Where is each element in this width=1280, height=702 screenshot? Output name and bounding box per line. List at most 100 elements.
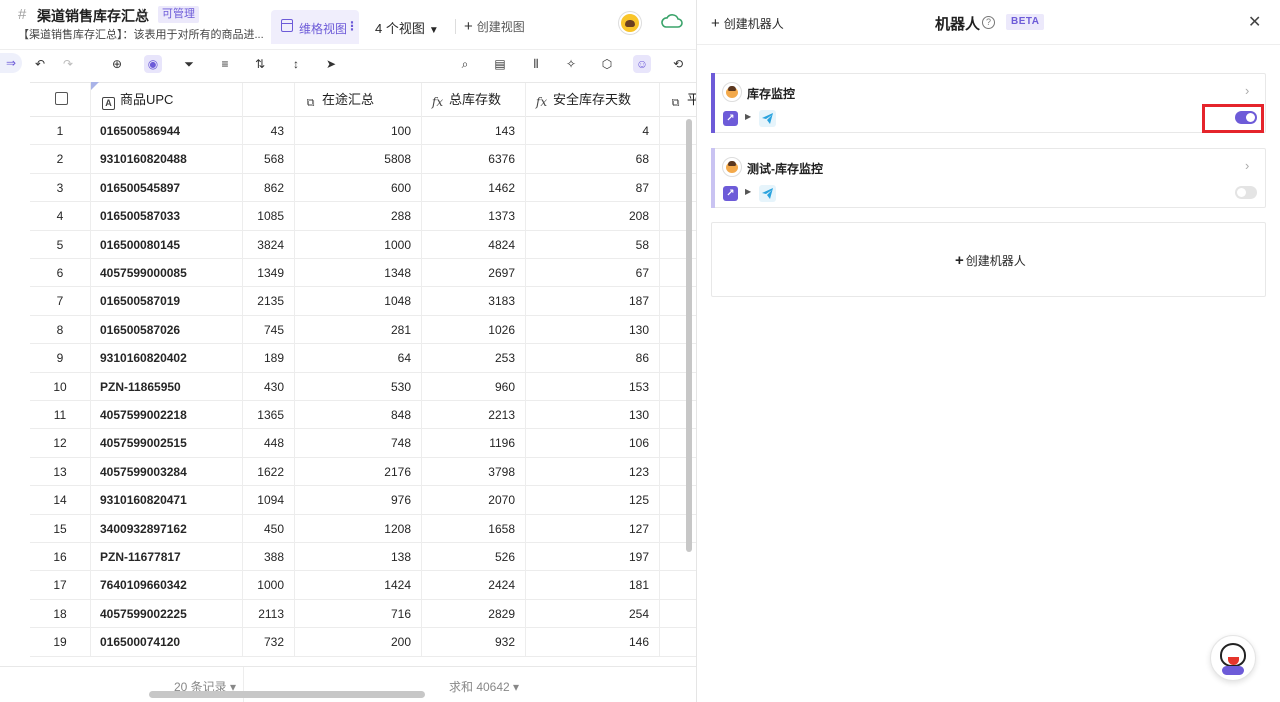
stock-cell[interactable]: 1365 bbox=[243, 401, 295, 429]
in-transit-cell[interactable]: 1048 bbox=[295, 287, 422, 316]
search-icon[interactable]: ⌕ bbox=[456, 55, 474, 73]
in-transit-cell[interactable]: 64 bbox=[295, 344, 422, 373]
total-stock-cell[interactable]: 253 bbox=[422, 344, 526, 373]
in-transit-cell[interactable]: 600 bbox=[295, 173, 422, 202]
total-stock-cell[interactable]: 1658 bbox=[422, 514, 526, 543]
row-index[interactable]: 8 bbox=[30, 315, 91, 344]
hide-fields-icon[interactable]: ◉ bbox=[144, 55, 162, 73]
create-view-button[interactable]: + 创建视图 bbox=[464, 18, 525, 35]
row-index[interactable]: 14 bbox=[30, 486, 91, 515]
safety-days-cell[interactable]: 130 bbox=[526, 401, 660, 429]
stock-cell[interactable]: 745 bbox=[243, 315, 295, 344]
table-row[interactable]: 8 016500587026 745 281 1026 130 bbox=[30, 315, 696, 345]
upc-cell[interactable]: PZN-11677817 bbox=[91, 543, 243, 571]
total-stock-cell[interactable]: 143 bbox=[422, 117, 526, 145]
stock-cell[interactable]: 388 bbox=[243, 543, 295, 571]
table-row[interactable]: 3 016500545897 862 600 1462 87 bbox=[30, 173, 696, 203]
vertical-scrollbar[interactable] bbox=[686, 119, 692, 552]
table-row[interactable]: 13 4057599003284 1622 2176 3798 123 bbox=[30, 457, 696, 487]
in-transit-cell[interactable]: 1208 bbox=[295, 514, 422, 543]
avatar[interactable] bbox=[619, 12, 641, 34]
row-index[interactable]: 15 bbox=[30, 514, 91, 543]
header-upc[interactable]: A 商品UPC bbox=[91, 83, 243, 117]
row-index[interactable]: 9 bbox=[30, 344, 91, 373]
in-transit-cell[interactable]: 748 bbox=[295, 429, 422, 458]
safety-days-cell[interactable]: 187 bbox=[526, 287, 660, 316]
safety-days-cell[interactable]: 254 bbox=[526, 599, 660, 628]
total-stock-cell[interactable]: 526 bbox=[422, 543, 526, 571]
in-transit-cell[interactable]: 5808 bbox=[295, 145, 422, 174]
api-icon[interactable]: ⬡ bbox=[598, 55, 616, 73]
overflow-cell[interactable] bbox=[660, 628, 696, 656]
safety-days-cell[interactable]: 58 bbox=[526, 230, 660, 259]
expand-sidebar-icon[interactable]: ⇒ bbox=[0, 53, 22, 73]
row-index[interactable]: 4 bbox=[30, 202, 91, 231]
upc-cell[interactable]: 9310160820402 bbox=[91, 344, 243, 373]
stock-cell[interactable]: 1094 bbox=[243, 486, 295, 515]
total-stock-cell[interactable]: 4824 bbox=[422, 230, 526, 259]
row-index[interactable]: 12 bbox=[30, 429, 91, 458]
in-transit-cell[interactable]: 976 bbox=[295, 486, 422, 515]
undo-icon[interactable]: ↶ bbox=[31, 55, 49, 73]
row-index[interactable]: 18 bbox=[30, 599, 91, 628]
in-transit-cell[interactable]: 1348 bbox=[295, 259, 422, 287]
group-icon[interactable]: ≡ bbox=[216, 55, 234, 73]
table-row[interactable]: 4 016500587033 1085 288 1373 208 bbox=[30, 202, 696, 231]
safety-days-cell[interactable]: 146 bbox=[526, 628, 660, 657]
permission-badge[interactable]: 可管理 bbox=[158, 6, 199, 23]
table-row[interactable]: 6 4057599000085 1349 1348 2697 67 bbox=[30, 259, 696, 288]
table-row[interactable]: 14 9310160820471 1094 976 2070 125 bbox=[30, 486, 696, 515]
row-index[interactable]: 11 bbox=[30, 401, 91, 429]
in-transit-cell[interactable]: 138 bbox=[295, 543, 422, 571]
in-transit-cell[interactable]: 716 bbox=[295, 599, 422, 628]
history-icon[interactable]: ⟲ bbox=[669, 55, 687, 73]
chevron-right-icon[interactable]: › bbox=[1245, 83, 1249, 98]
upc-cell[interactable]: 4057599002515 bbox=[91, 429, 243, 458]
robot-card[interactable]: 库存监控 › ↗ ▶ bbox=[711, 73, 1266, 133]
total-stock-cell[interactable]: 3183 bbox=[422, 287, 526, 316]
widget-icon[interactable]: ✧ bbox=[562, 55, 580, 73]
safety-days-cell[interactable]: 127 bbox=[526, 514, 660, 543]
safety-days-cell[interactable]: 67 bbox=[526, 259, 660, 287]
upc-cell[interactable]: 9310160820488 bbox=[91, 145, 243, 174]
in-transit-cell[interactable]: 530 bbox=[295, 372, 422, 401]
safety-days-cell[interactable]: 106 bbox=[526, 429, 660, 458]
in-transit-cell[interactable]: 2176 bbox=[295, 457, 422, 486]
assistant-mascot-icon[interactable] bbox=[1210, 635, 1256, 681]
row-index[interactable]: 5 bbox=[30, 230, 91, 259]
total-stock-cell[interactable]: 2213 bbox=[422, 401, 526, 429]
safety-days-cell[interactable]: 181 bbox=[526, 571, 660, 600]
create-robot-button[interactable]: + 创建机器人 bbox=[711, 15, 784, 32]
table-row[interactable]: 9 9310160820402 189 64 253 86 bbox=[30, 344, 696, 373]
sort-icon[interactable]: ⇅ bbox=[251, 55, 269, 73]
close-icon[interactable]: ✕ bbox=[1248, 12, 1261, 32]
help-icon[interactable]: ? bbox=[982, 16, 995, 29]
total-stock-cell[interactable]: 960 bbox=[422, 372, 526, 401]
row-index[interactable]: 17 bbox=[30, 571, 91, 600]
overflow-cell[interactable] bbox=[660, 571, 696, 599]
sheet-description[interactable]: 【渠道销售库存汇总】：该表用于对所有的商品进... bbox=[18, 26, 264, 42]
table-row[interactable]: 11 4057599002218 1365 848 2213 130 bbox=[30, 401, 696, 430]
filter-icon[interactable]: ⏷ bbox=[180, 55, 198, 73]
header-safety-days[interactable]: fx 安全库存天数 bbox=[526, 83, 660, 117]
total-stock-cell[interactable]: 2829 bbox=[422, 599, 526, 628]
create-robot-box[interactable]: + 创建机器人 bbox=[711, 222, 1266, 297]
in-transit-cell[interactable]: 288 bbox=[295, 202, 422, 231]
columns-icon[interactable]: ⫴ bbox=[527, 55, 545, 73]
total-stock-cell[interactable]: 1462 bbox=[422, 173, 526, 202]
safety-days-cell[interactable]: 4 bbox=[526, 117, 660, 145]
more-icon[interactable]: ⋮ bbox=[346, 19, 358, 33]
in-transit-cell[interactable]: 1000 bbox=[295, 230, 422, 259]
row-index[interactable]: 6 bbox=[30, 259, 91, 287]
stock-cell[interactable]: 189 bbox=[243, 344, 295, 373]
row-index[interactable]: 13 bbox=[30, 457, 91, 486]
table-row[interactable]: 18 4057599002225 2113 716 2829 254 bbox=[30, 599, 696, 629]
table-row[interactable]: 7 016500587019 2135 1048 3183 187 bbox=[30, 287, 696, 316]
total-stock-cell[interactable]: 1026 bbox=[422, 315, 526, 344]
upc-cell[interactable]: 016500074120 bbox=[91, 628, 243, 657]
table-row[interactable]: 17 7640109660342 1000 1424 2424 181 bbox=[30, 571, 696, 600]
stock-cell[interactable]: 1349 bbox=[243, 259, 295, 287]
upc-cell[interactable]: 3400932897162 bbox=[91, 514, 243, 543]
total-stock-cell[interactable]: 2070 bbox=[422, 486, 526, 515]
chevron-right-icon[interactable]: › bbox=[1245, 158, 1249, 173]
